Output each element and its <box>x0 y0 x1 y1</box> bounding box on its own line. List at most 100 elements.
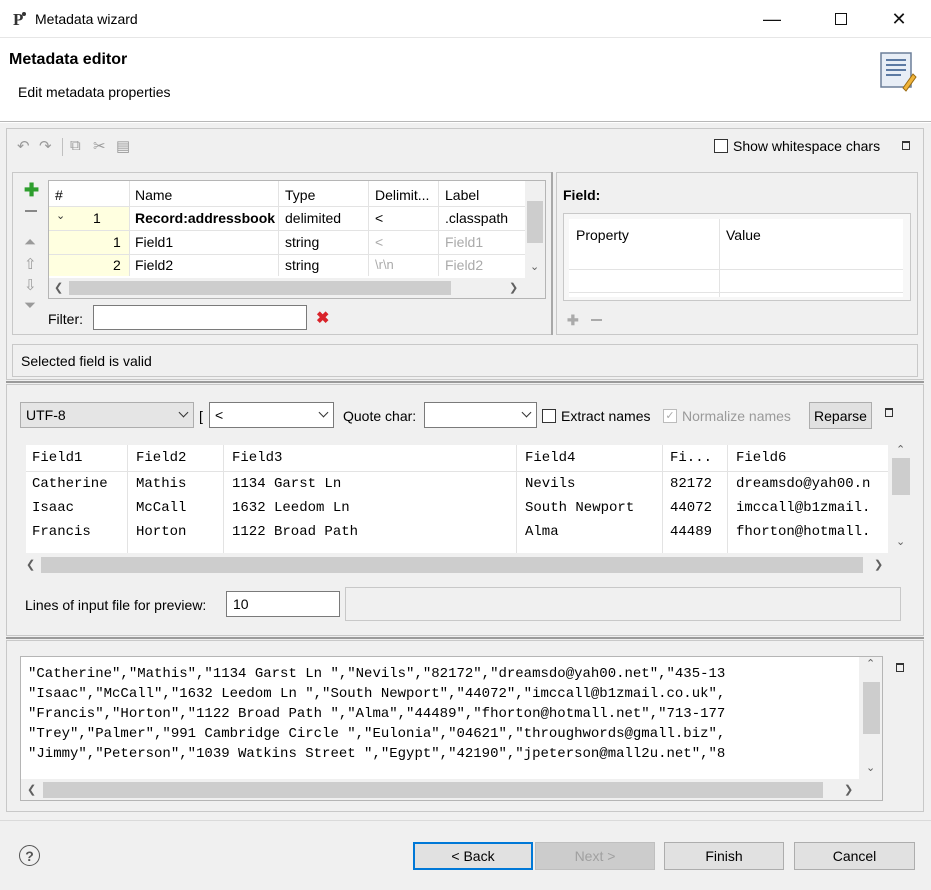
help-icon[interactable]: ? <box>19 845 40 866</box>
move-up-icon[interactable]: ⇧ <box>24 255 37 273</box>
preview-column-header[interactable]: Field2 <box>136 450 186 466</box>
normalize-names-checkbox[interactable]: ✓ <box>663 409 677 423</box>
toolbar-separator <box>62 138 63 156</box>
row-name: Field2 <box>135 257 174 273</box>
encoding-select[interactable]: UTF-8 <box>20 402 194 428</box>
maximize-icon <box>835 13 847 25</box>
raw-line: "Jimmy","Peterson","1039 Watkins Street … <box>28 746 726 762</box>
preview-cell: Mathis <box>136 476 187 492</box>
preview-column-header[interactable]: Fi... <box>670 450 712 466</box>
move-top-icon[interactable]: ⏶ <box>24 234 36 251</box>
encoding-value: UTF-8 <box>26 407 66 423</box>
section-splitter[interactable] <box>6 637 924 639</box>
next-button[interactable]: Next > <box>535 842 655 870</box>
raw-line: "Isaac","McCall","1632 Leedom Ln ","Sout… <box>28 686 726 702</box>
finish-button[interactable]: Finish <box>664 842 784 870</box>
chevron-down-icon <box>318 407 329 418</box>
page-subtitle: Edit metadata properties <box>18 84 171 100</box>
restore-panel-icon[interactable] <box>896 663 904 672</box>
preview-cell: 1134 Garst Ln <box>232 476 342 492</box>
section-splitter[interactable] <box>6 381 924 383</box>
add-field-icon[interactable]: ✚ <box>24 180 39 201</box>
column-header-value[interactable]: Value <box>726 227 761 243</box>
row-number: 1 <box>93 210 101 226</box>
delimiter-select[interactable]: < <box>209 402 334 428</box>
preview-cell: dreamsdo@yah00.n <box>736 476 871 492</box>
restore-panel-icon[interactable] <box>885 408 893 417</box>
table-row[interactable]: ⌄ 1 Record:addressbook delimited < .clas… <box>49 207 525 230</box>
collapse-icon[interactable]: ⌄ <box>56 209 65 222</box>
preview-row[interactable]: Isaac McCall 1632 Leedom Ln South Newpor… <box>26 497 888 521</box>
show-whitespace-toggle[interactable]: Show whitespace chars <box>714 138 880 154</box>
column-header-type[interactable]: Type <box>285 187 315 203</box>
table-vertical-scrollbar[interactable]: ⌄ <box>525 181 545 278</box>
minimize-button[interactable]: — <box>749 0 795 38</box>
show-whitespace-checkbox[interactable] <box>714 139 728 153</box>
preview-row[interactable]: Catherine Mathis 1134 Garst Ln Nevils 82… <box>26 473 888 497</box>
preview-horizontal-scrollbar[interactable]: ❮ ❯ <box>26 555 888 575</box>
add-property-icon[interactable]: ✚ <box>567 312 579 329</box>
panel-splitter[interactable] <box>551 172 553 335</box>
row-number: 1 <box>113 234 121 250</box>
column-header-label[interactable]: Label <box>445 187 479 203</box>
field-panel-title: Field: <box>563 187 601 203</box>
table-horizontal-scrollbar[interactable]: ❮ ❯ <box>49 278 545 298</box>
wizard-header: Metadata editor Edit metadata properties <box>0 38 931 122</box>
normalize-names-label: Normalize names <box>682 408 791 424</box>
reparse-button[interactable]: Reparse <box>809 402 872 429</box>
extract-names-checkbox[interactable] <box>542 409 556 423</box>
maximize-button[interactable] <box>818 0 864 38</box>
raw-text-area[interactable]: "Catherine","Mathis","1134 Garst Ln ","N… <box>20 656 883 801</box>
title-bar: P Metadata wizard — ✕ <box>0 0 931 38</box>
remove-property-icon[interactable] <box>591 319 602 321</box>
extract-names-label: Extract names <box>561 408 651 424</box>
redo-icon[interactable]: ↷ <box>39 137 52 155</box>
row-delimiter: < <box>375 210 384 226</box>
move-down-icon[interactable]: ⇩ <box>24 276 37 294</box>
preview-column-header[interactable]: Field4 <box>525 450 575 466</box>
preview-row[interactable]: Francis Horton 1122 Broad Path Alma 4448… <box>26 521 888 545</box>
preview-vertical-scrollbar[interactable]: ⌃ ⌄ <box>890 444 912 553</box>
preview-column-header[interactable]: Field6 <box>736 450 786 466</box>
table-row[interactable]: 2 Field2 string \r\n Field2 <box>49 254 525 277</box>
undo-icon[interactable]: ↶ <box>17 137 30 155</box>
cancel-button[interactable]: Cancel <box>794 842 915 870</box>
lines-preview-input[interactable] <box>226 591 340 617</box>
extract-names-toggle[interactable]: Extract names <box>542 408 650 424</box>
close-button[interactable]: ✕ <box>876 0 922 38</box>
preview-column-header[interactable]: Field1 <box>32 450 82 466</box>
column-header-property[interactable]: Property <box>576 227 629 243</box>
row-label: Field2 <box>445 257 484 273</box>
preview-cell: 1122 Broad Path <box>232 524 359 540</box>
raw-horizontal-scrollbar[interactable]: ❮ ❯ <box>21 780 859 800</box>
cut-icon[interactable]: ✂ <box>93 137 106 155</box>
paste-icon[interactable]: ▤ <box>116 137 130 155</box>
back-button[interactable]: < Back <box>413 842 533 870</box>
progress-area <box>345 587 901 621</box>
remove-field-icon[interactable] <box>25 210 37 212</box>
column-header-delimiter[interactable]: Delimit... <box>375 187 437 203</box>
filter-label: Filter: <box>48 311 83 327</box>
clear-filter-icon[interactable]: ✖ <box>316 308 329 328</box>
restore-panel-icon[interactable] <box>902 141 910 150</box>
app-icon: P <box>12 10 28 29</box>
column-header-number[interactable]: # <box>55 187 63 203</box>
show-whitespace-label: Show whitespace chars <box>733 138 881 154</box>
quote-char-label: Quote char: <box>343 408 417 424</box>
raw-line: "Francis","Horton","1122 Broad Path ","A… <box>28 706 726 722</box>
preview-cell: Nevils <box>525 476 576 492</box>
table-row[interactable]: 1 Field1 string < Field1 <box>49 231 525 254</box>
window-title: Metadata wizard <box>35 11 138 27</box>
preview-cell: 44072 <box>670 500 713 516</box>
preview-column-header[interactable]: Field3 <box>232 450 282 466</box>
filter-input[interactable] <box>93 305 307 330</box>
move-bottom-icon[interactable]: ⏷ <box>24 297 36 314</box>
raw-vertical-scrollbar[interactable]: ⌃ ⌄ <box>861 657 882 779</box>
chevron-down-icon <box>178 407 189 418</box>
copy-icon[interactable]: ⧉ <box>70 137 81 154</box>
normalize-names-toggle[interactable]: ✓ Normalize names <box>663 408 791 424</box>
preview-cell: Horton <box>136 524 187 540</box>
column-header-name[interactable]: Name <box>135 187 172 203</box>
preview-table: Field1 Field2 Field3 Field4 Fi... Field6… <box>26 444 912 579</box>
quote-char-select[interactable] <box>424 402 537 428</box>
